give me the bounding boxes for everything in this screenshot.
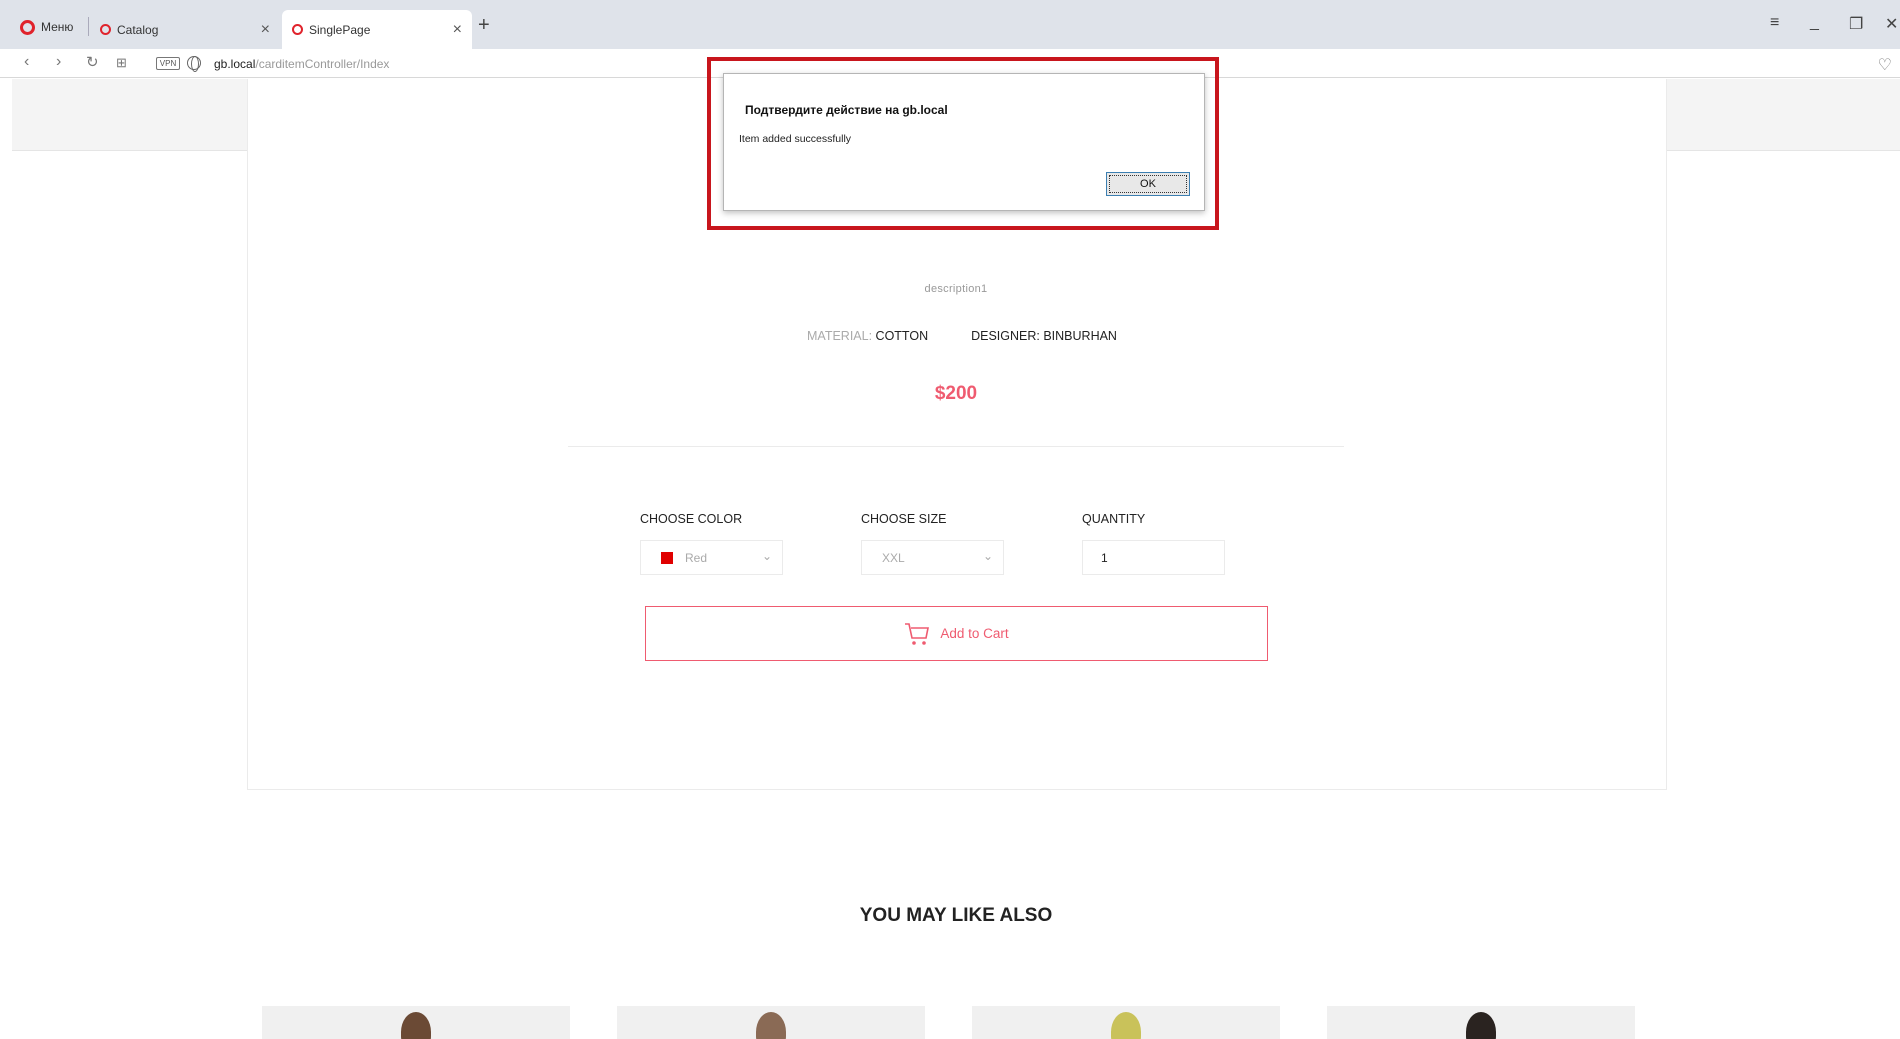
url-path: /carditemController/Index xyxy=(255,57,390,71)
quantity-value: 1 xyxy=(1101,550,1108,565)
speed-dial-icon[interactable]: ⊞ xyxy=(116,55,127,71)
product-image xyxy=(756,1012,786,1039)
designer-label: DESIGNER: xyxy=(971,329,1040,343)
dialog-title: Подтвердите действие на gb.local xyxy=(745,103,948,117)
tab-close-icon[interactable]: × xyxy=(453,21,462,39)
add-to-cart-button[interactable]: Add to Cart xyxy=(645,606,1268,661)
product-attributes: MATERIAL: COTTON DESIGNER: BINBURHAN xyxy=(807,329,1117,343)
choose-color-label: CHOOSE COLOR xyxy=(640,512,743,526)
designer-attribute: DESIGNER: BINBURHAN xyxy=(971,329,1117,343)
browser-menu-label: Меню xyxy=(41,20,74,34)
related-product-thumbnail[interactable] xyxy=(262,1006,570,1039)
color-swatch xyxy=(661,551,673,564)
tab-favicon-icon xyxy=(292,24,303,35)
related-product-thumbnail[interactable] xyxy=(617,1006,925,1039)
dialog-message: Item added successfully xyxy=(739,133,852,145)
vpn-badge[interactable]: VPN xyxy=(156,57,180,70)
confirm-dialog: Подтвердите действие на gb.local Item ad… xyxy=(723,73,1205,211)
globe-icon xyxy=(187,56,201,72)
tab-singlepage[interactable]: SinglePage × xyxy=(282,10,472,49)
size-select[interactable]: XXL ⌄ xyxy=(861,540,1004,575)
bookmark-heart-icon[interactable]: ♡ xyxy=(1878,55,1892,75)
price-divider xyxy=(568,446,1344,447)
color-select[interactable]: Red ⌄ xyxy=(640,540,783,575)
size-select-value: XXL xyxy=(882,550,905,565)
chevron-down-icon: ⌄ xyxy=(761,549,772,563)
tab-favicon-icon xyxy=(100,24,111,35)
url-field[interactable]: gb.local/carditemController/Index xyxy=(214,57,389,71)
chevron-down-icon: ⌄ xyxy=(982,549,993,563)
reload-icon[interactable]: ↻ xyxy=(86,53,99,71)
back-icon[interactable]: ‹ xyxy=(24,53,29,71)
designer-value: BINBURHAN xyxy=(1043,329,1117,343)
material-value: COTTON xyxy=(875,329,929,343)
related-product-thumbnail[interactable] xyxy=(972,1006,1280,1039)
tab-catalog[interactable]: Catalog × xyxy=(90,10,280,49)
product-image xyxy=(401,1012,431,1039)
minimize-icon[interactable]: _ xyxy=(1810,14,1819,32)
add-to-cart-label: Add to Cart xyxy=(940,626,1009,641)
dialog-ok-button[interactable]: OK xyxy=(1106,172,1190,196)
tab-title: SinglePage xyxy=(309,22,371,37)
choose-size-label: CHOOSE SIZE xyxy=(861,512,947,526)
related-section-title: YOU MAY LIKE ALSO xyxy=(859,905,1053,926)
opera-logo-icon xyxy=(20,19,35,35)
product-price: $200 xyxy=(934,383,978,404)
product-image xyxy=(1466,1012,1496,1039)
related-product-thumbnail[interactable] xyxy=(1327,1006,1635,1039)
quantity-label: QUANTITY xyxy=(1082,512,1146,526)
new-tab-plus-icon[interactable]: + xyxy=(478,14,490,37)
color-select-value: Red xyxy=(685,550,708,565)
cart-icon xyxy=(905,622,930,645)
tab-separator xyxy=(88,17,89,36)
tab-title: Catalog xyxy=(117,22,159,37)
browser-tab-bar: Меню Catalog × SinglePage × + ≡ _ ❐ ✕ xyxy=(0,0,1900,49)
url-host: gb.local xyxy=(214,57,256,71)
forward-icon[interactable]: › xyxy=(56,53,61,71)
tab-close-icon[interactable]: × xyxy=(261,21,270,39)
easy-setup-icon[interactable]: ≡ xyxy=(1770,14,1779,32)
material-attribute: MATERIAL: COTTON xyxy=(807,329,928,343)
product-description: description1 xyxy=(924,283,988,295)
material-label: MATERIAL: xyxy=(807,329,873,343)
quantity-input[interactable]: 1 xyxy=(1082,540,1225,575)
browser-menu-button[interactable]: Меню xyxy=(20,17,73,37)
restore-icon[interactable]: ❐ xyxy=(1849,14,1863,34)
close-window-icon[interactable]: ✕ xyxy=(1885,14,1898,34)
product-image xyxy=(1111,1012,1141,1039)
